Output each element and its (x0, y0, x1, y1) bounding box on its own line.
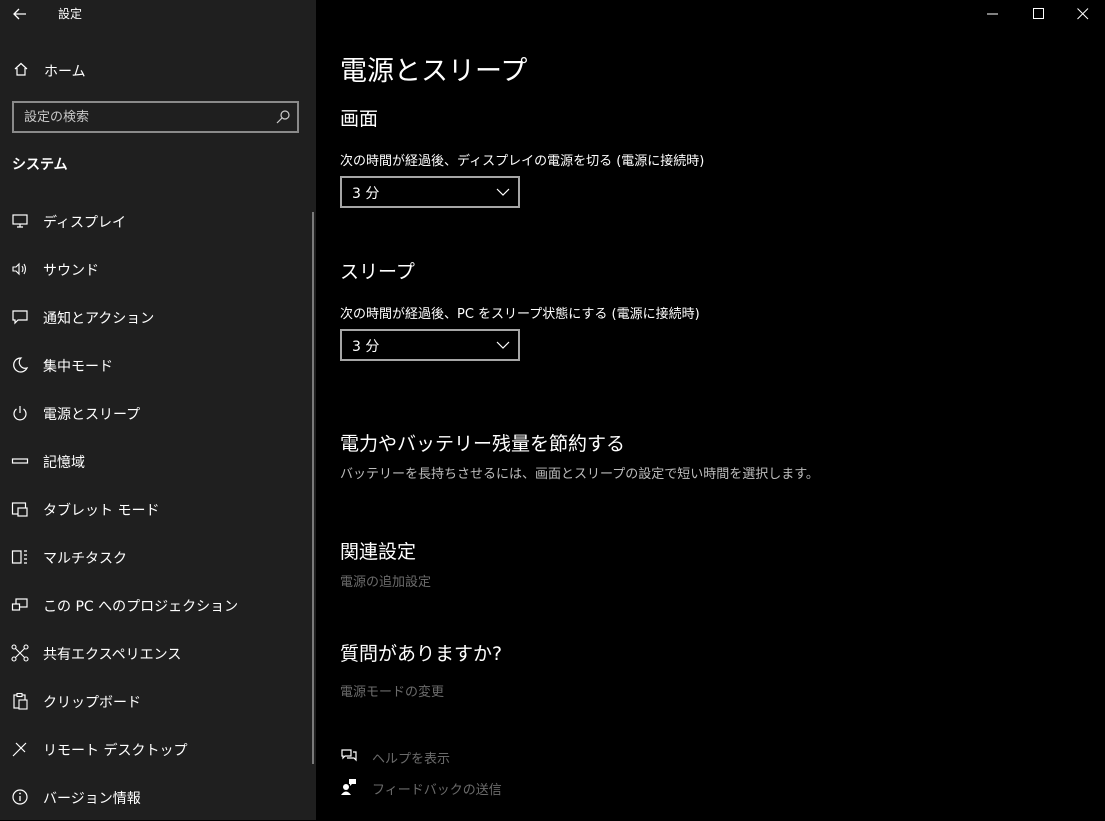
sidebar-item-projection[interactable]: この PC へのプロジェクション (0, 581, 310, 629)
sidebar-item-label: この PC へのプロジェクション (43, 599, 239, 615)
change-power-mode-link[interactable]: 電源モードの変更 (340, 681, 444, 700)
sidebar-item-multitasking[interactable]: マルチタスク (0, 533, 310, 581)
sidebar-scrollbar[interactable] (312, 212, 314, 764)
sidebar-item-home[interactable]: ホーム (0, 56, 316, 84)
screen-heading: 画面 (340, 108, 379, 130)
sidebar-item-label: マルチタスク (43, 551, 127, 567)
sleep-timeout-dropdown[interactable]: 3 分 (340, 329, 520, 361)
app-title: 設定 (58, 7, 83, 21)
sidebar-item-remote-desktop[interactable]: リモート デスクトップ (0, 725, 310, 773)
notification-icon (12, 310, 28, 325)
dropdown-value: 3 分 (352, 339, 380, 355)
sidebar-item-tablet[interactable]: タブレット モード (0, 485, 310, 533)
send-feedback-link[interactable]: フィードバックの送信 (340, 777, 640, 799)
clipboard-icon (13, 692, 28, 710)
save-power-heading: 電力やバッテリー残量を節約する (340, 433, 626, 455)
speaker-icon (12, 262, 27, 276)
sidebar-item-label: 電源とスリープ (43, 407, 141, 423)
main-content: 電源とスリープ 画面 次の時間が経過後、ディスプレイの電源を切る (電源に接続時… (340, 0, 1100, 820)
sidebar-item-label: 集中モード (43, 359, 113, 375)
info-icon (12, 789, 28, 805)
chevron-down-icon (496, 341, 510, 349)
dropdown-value: 3 分 (352, 186, 380, 202)
sidebar: 設定 ホーム システム ディスプレイ サウンド (0, 0, 316, 820)
section-title: システム (12, 157, 68, 173)
sidebar-item-shared-experiences[interactable]: 共有エクスペリエンス (0, 629, 310, 677)
feedback-icon (341, 779, 356, 795)
show-help-label: ヘルプを表示 (372, 752, 451, 767)
sidebar-item-sound[interactable]: サウンド (0, 245, 310, 293)
search-icon[interactable] (275, 109, 291, 125)
additional-power-settings-link[interactable]: 電源の追加設定 (340, 571, 431, 590)
back-button[interactable] (10, 4, 30, 24)
storage-icon (11, 458, 29, 464)
sleep-heading: スリープ (340, 261, 415, 283)
save-power-description: バッテリーを長持ちさせるには、画面とスリープの設定で短い時間を選択します。 (340, 467, 819, 482)
sidebar-item-display[interactable]: ディスプレイ (0, 197, 310, 245)
sidebar-item-notifications[interactable]: 通知とアクション (0, 293, 310, 341)
sidebar-item-clipboard[interactable]: クリップボード (0, 677, 310, 725)
screen-timeout-label: 次の時間が経過後、ディスプレイの電源を切る (電源に接続時) (340, 154, 705, 169)
share-icon (11, 644, 29, 662)
sidebar-item-label: ディスプレイ (43, 215, 127, 231)
related-settings-heading: 関連設定 (340, 541, 417, 563)
page-title: 電源とスリープ (340, 56, 528, 87)
sleep-timeout-label: 次の時間が経過後、PC をスリープ状態にする (電源に接続時) (340, 307, 700, 322)
questions-heading: 質問がありますか? (340, 643, 503, 665)
sidebar-item-about[interactable]: バージョン情報 (0, 773, 310, 821)
sidebar-item-label: バージョン情報 (43, 791, 141, 807)
moon-icon (13, 357, 29, 373)
sidebar-item-label: 記憶域 (43, 455, 85, 471)
home-icon (14, 62, 28, 76)
sidebar-item-label: 共有エクスペリエンス (43, 647, 182, 663)
remote-icon (12, 742, 27, 757)
sidebar-item-label: リモート デスクトップ (43, 743, 188, 759)
sidebar-item-focus[interactable]: 集中モード (0, 341, 310, 389)
sidebar-item-label: ホーム (44, 64, 86, 80)
search-input[interactable] (14, 103, 274, 131)
sidebar-nav: ディスプレイ サウンド 通知とアクション 集中モード 電源とスリープ 記憶域 タ… (0, 197, 310, 821)
chat-help-icon (341, 749, 357, 762)
sidebar-item-storage[interactable]: 記憶域 (0, 437, 310, 485)
display-icon (12, 214, 28, 228)
sidebar-item-label: サウンド (43, 263, 99, 279)
screen-timeout-dropdown[interactable]: 3 分 (340, 176, 520, 208)
back-arrow-icon (13, 8, 26, 20)
send-feedback-label: フィードバックの送信 (372, 783, 502, 798)
show-help-link[interactable]: ヘルプを表示 (340, 746, 640, 768)
multitask-icon (11, 550, 27, 564)
search-box[interactable] (12, 101, 299, 133)
chevron-down-icon (496, 188, 510, 196)
projection-icon (11, 598, 28, 611)
sidebar-item-label: 通知とアクション (43, 311, 155, 327)
sidebar-item-label: クリップボード (43, 695, 141, 711)
sidebar-item-label: タブレット モード (43, 503, 160, 519)
tablet-icon (11, 502, 28, 517)
power-icon (13, 406, 27, 421)
sidebar-item-power[interactable]: 電源とスリープ (0, 389, 310, 437)
title-bar: 設定 (0, 0, 316, 28)
